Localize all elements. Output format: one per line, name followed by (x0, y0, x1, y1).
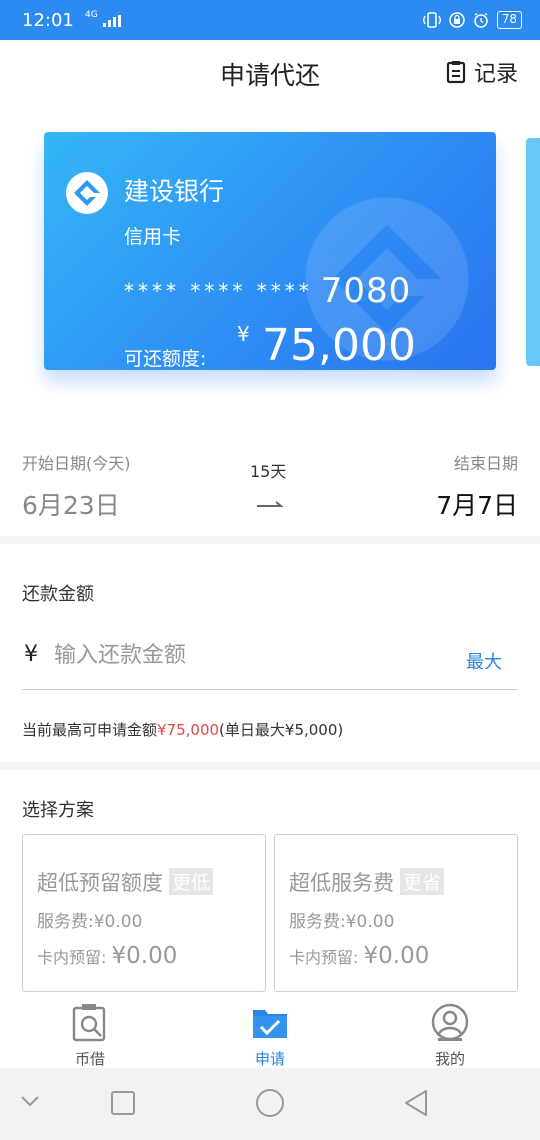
nav-bar: 申请代还 记录 (0, 40, 540, 106)
limit-value: 75,000 (262, 320, 416, 370)
amount-currency: ¥ (24, 642, 38, 667)
back-triangle-icon[interactable] (402, 1088, 430, 1118)
arrow-right-icon (257, 501, 283, 507)
amount-label: 还款金额 (22, 584, 94, 605)
tab-apply[interactable]: 申请 (180, 996, 360, 1068)
status-left: 12:01 4G (22, 10, 121, 31)
folder-check-icon (253, 1010, 287, 1038)
clipboard-icon (446, 61, 466, 84)
limit-currency: ¥ (237, 322, 250, 346)
plan-section-label: 选择方案 (22, 800, 94, 821)
plan-fee: 服务费:¥0.00 (289, 912, 395, 932)
hint-suffix: (单日最大¥5,000) (219, 721, 344, 739)
max-button[interactable]: 最大 (466, 648, 502, 674)
start-date-value[interactable]: 6月23日 (22, 486, 120, 522)
plan-section: 选择方案 超低预留额度 更低 服务费:¥0.00 卡内预留: ¥0.00 超低服务… (0, 770, 540, 996)
tab-label: 币借 (74, 1050, 105, 1068)
limit-label: 可还额度: (124, 348, 207, 370)
status-right: 78 (422, 11, 522, 29)
next-card-peek[interactable] (526, 138, 540, 366)
home-circle-icon[interactable] (255, 1088, 285, 1118)
status-bar: 12:01 4G 78 (0, 0, 540, 40)
person-icon (431, 1003, 469, 1041)
plan-tag: 更低 (169, 868, 214, 895)
plan-name-text: 超低服务费 (289, 871, 394, 895)
plan-tag: 更省 (400, 868, 445, 895)
tab-mine[interactable]: 我的 (360, 996, 540, 1068)
hint-prefix: 当前最高可申请金额 (22, 721, 158, 739)
card-carousel[interactable]: 建设银行 信用卡 **** **** **** 7080 可还额度: ¥ 75,0… (0, 106, 540, 412)
status-time: 12:01 (22, 9, 74, 31)
plan-reserve-label: 卡内预留: (37, 948, 107, 967)
vibrate-icon (422, 12, 441, 28)
repayment-amount-section: 还款金额 ¥ 最大 当前最高可申请金额¥75,000(单日最大¥5,000) (0, 544, 540, 762)
tab-bar: 币借 申请 我的 (0, 996, 540, 1068)
plan-reserve: 卡内预留: ¥0.00 (37, 943, 177, 969)
plan-name-text: 超低预留额度 (37, 871, 163, 895)
record-label: 记录 (473, 62, 518, 87)
network-indicator: 4G (84, 9, 98, 20)
alarm-icon (473, 12, 488, 28)
card-number-masked: **** **** **** (124, 279, 313, 303)
date-range: 开始日期(今天) 6月23日 15天 结束日期 7月7日 (0, 412, 540, 536)
record-button[interactable]: 记录 (446, 56, 518, 88)
recents-square-icon[interactable] (110, 1090, 136, 1116)
amount-hint: 当前最高可申请金额¥75,000(单日最大¥5,000) (22, 719, 343, 740)
amount-input[interactable] (54, 638, 434, 672)
bank-logo-icon (66, 172, 108, 214)
bank-name: 建设银行 (124, 177, 225, 206)
card-number-last4: 7080 (320, 271, 412, 311)
plan-fee: 服务费:¥0.00 (37, 912, 143, 932)
tab-borrow[interactable]: 币借 (0, 996, 180, 1068)
end-date-label: 结束日期 (453, 454, 518, 473)
hint-amount: ¥75,000 (157, 721, 220, 739)
plan-name: 超低服务费 更省 (289, 867, 445, 897)
plan-option-low-fee[interactable]: 超低服务费 更省 服务费:¥0.00 卡内预留: ¥0.00 (274, 834, 518, 992)
plan-option-low-reserve[interactable]: 超低预留额度 更低 服务费:¥0.00 卡内预留: ¥0.00 (22, 834, 266, 992)
amount-divider (22, 689, 518, 690)
plan-reserve: 卡内预留: ¥0.00 (289, 943, 429, 969)
end-date-value[interactable]: 7月7日 (436, 486, 518, 522)
card-number: **** **** **** 7080 (124, 271, 411, 311)
start-date-label: 开始日期(今天) (22, 454, 131, 473)
signal-icon (102, 14, 121, 27)
duration-label: 15天 (250, 462, 287, 481)
battery-indicator: 78 (496, 11, 522, 29)
credit-card[interactable]: 建设银行 信用卡 **** **** **** 7080 可还额度: ¥ 75,0… (44, 132, 496, 370)
search-doc-icon (72, 1004, 106, 1042)
plan-reserve-value: ¥0.00 (111, 943, 178, 969)
system-nav-bar (0, 1068, 540, 1140)
lock-icon (448, 12, 465, 28)
plan-reserve-label: 卡内预留: (289, 948, 359, 967)
tab-label: 我的 (434, 1050, 465, 1068)
card-type: 信用卡 (124, 226, 182, 248)
plan-name: 超低预留额度 更低 (37, 867, 214, 897)
tab-label: 申请 (254, 1050, 285, 1068)
plan-reserve-value: ¥0.00 (363, 943, 430, 969)
chevron-down-icon[interactable] (20, 1094, 40, 1108)
